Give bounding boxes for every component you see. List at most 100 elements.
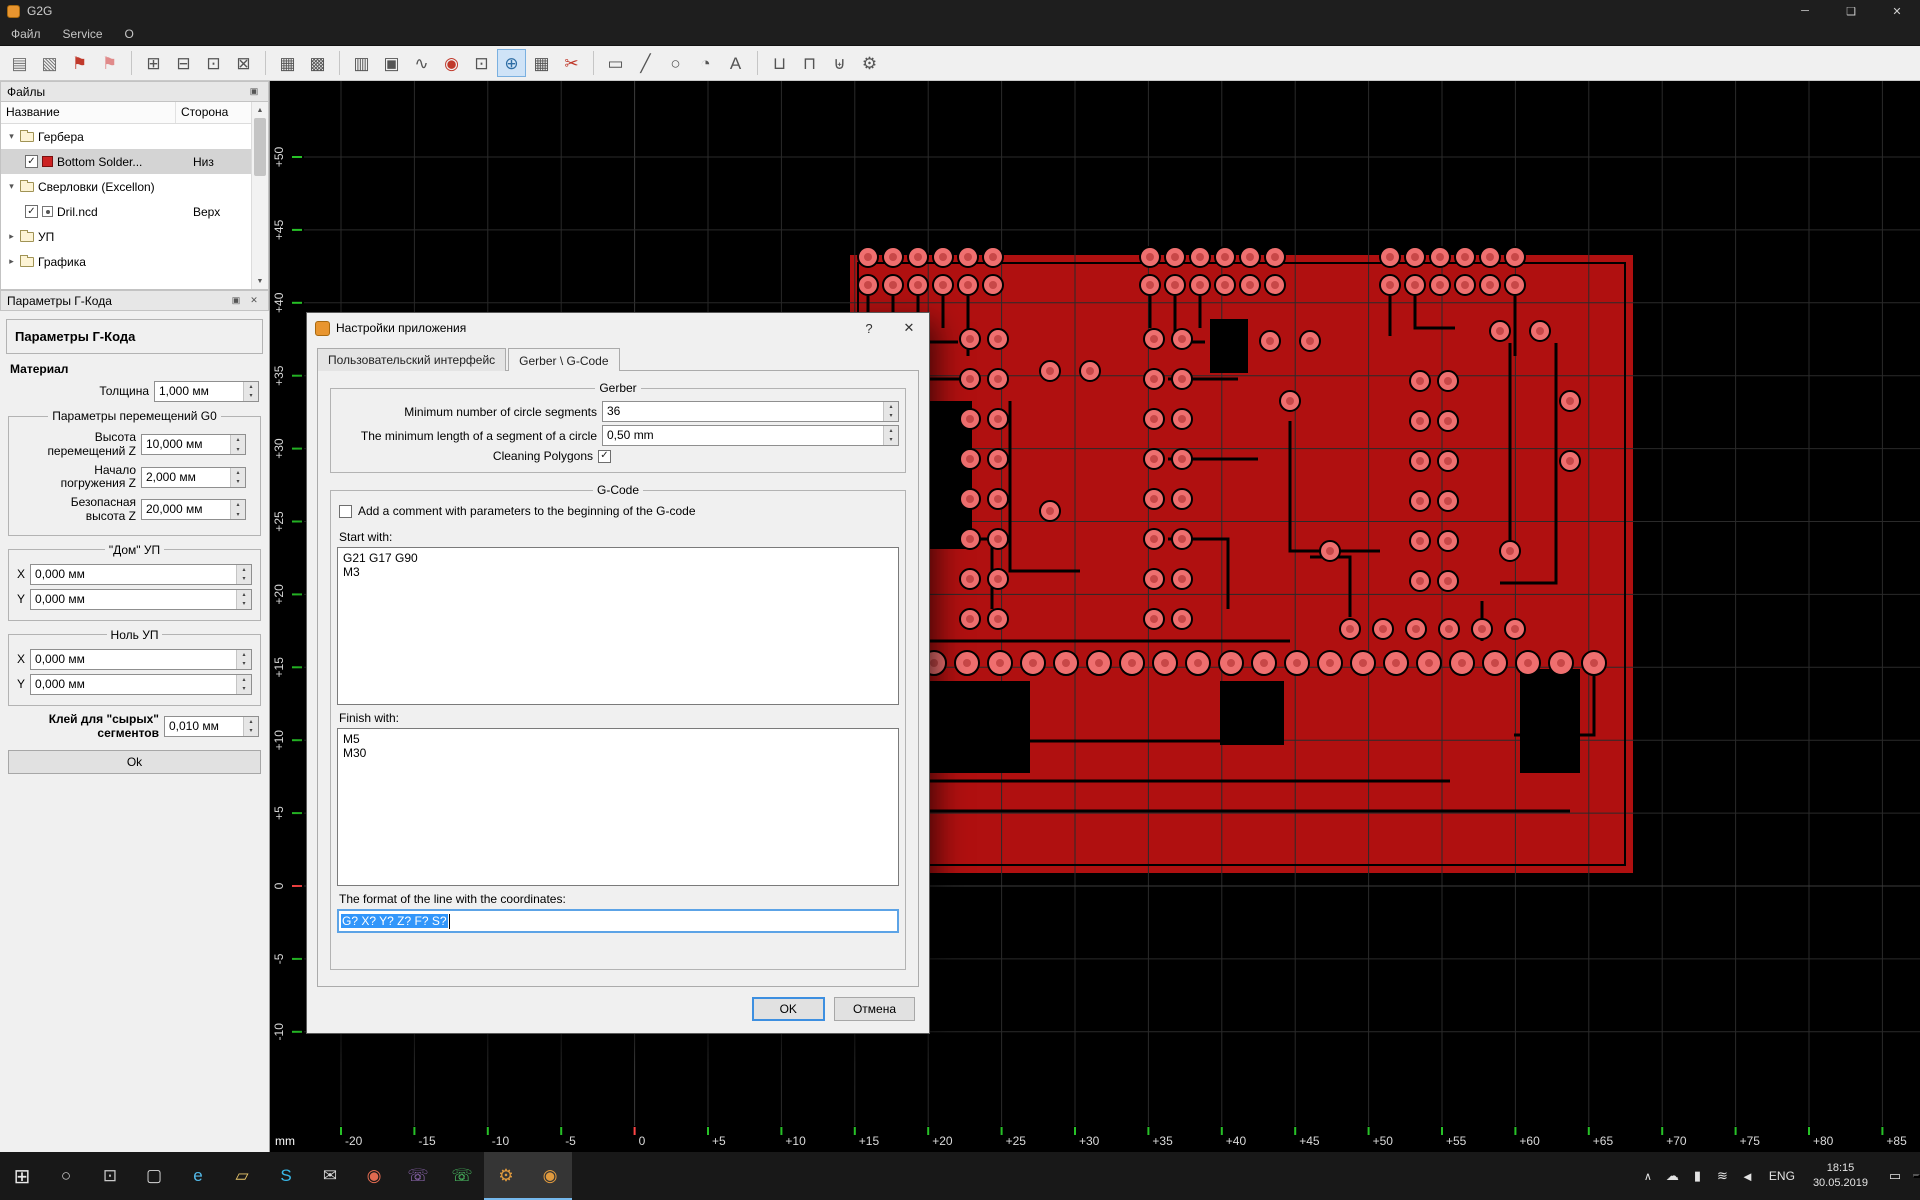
polyline-tool-icon[interactable]: ∿ (407, 49, 436, 77)
spin-value[interactable]: 0,000 мм (31, 565, 236, 584)
spin-up-icon[interactable]: ▴ (231, 468, 245, 478)
segment-length-spin[interactable]: 0,50 mm▴▾ (602, 425, 899, 446)
board-outline-icon[interactable]: ▥ (347, 49, 376, 77)
spin-down-icon[interactable]: ▾ (231, 510, 245, 520)
cloud-icon[interactable]: ☁ (1660, 1168, 1685, 1184)
layer-visible-checkbox[interactable]: ✓ (25, 205, 38, 218)
spin-down-icon[interactable]: ▾ (237, 599, 251, 609)
column-header-name[interactable]: Название (1, 102, 176, 123)
column-header-side[interactable]: Сторона (176, 102, 251, 123)
expander-icon[interactable]: ▸ (5, 231, 18, 242)
volume-icon[interactable]: ◄ (1735, 1169, 1760, 1184)
taskbar-clock[interactable]: 18:15 30.05.2019 (1804, 1161, 1877, 1191)
spin-down-icon[interactable]: ▾ (884, 412, 898, 422)
close-icon[interactable]: ✕ (1874, 0, 1920, 22)
tab-gerber-gcode[interactable]: Gerber \ G-Code (508, 348, 619, 371)
spin-value[interactable]: 36 (603, 402, 883, 421)
scrollbar-thumb[interactable] (254, 118, 266, 176)
cut-tool-icon[interactable]: ✂ (557, 49, 586, 77)
spin-up-icon[interactable]: ▴ (237, 565, 251, 575)
coord-format-input[interactable]: G? X? Y? Z? F? S? (337, 909, 899, 933)
minimize-icon[interactable]: ─ (1782, 0, 1828, 22)
union-tool-icon[interactable]: ⊔ (765, 49, 794, 77)
tree-row-up[interactable]: ▸ УП (1, 224, 268, 249)
scroll-up-icon[interactable]: ▲ (252, 102, 268, 118)
spin-up-icon[interactable]: ▴ (231, 435, 245, 445)
spin-value[interactable]: 0,000 мм (31, 675, 236, 694)
open-folder-icon[interactable]: ▧ (35, 49, 64, 77)
finish-gcode-textarea[interactable]: M5 M30 (337, 728, 899, 886)
spin-down-icon[interactable]: ▾ (244, 392, 258, 402)
g2g-settings-icon[interactable]: ◉ (528, 1152, 572, 1200)
spin-down-icon[interactable]: ▾ (237, 659, 251, 669)
viber-icon[interactable]: ☏ (396, 1152, 440, 1200)
new-file-icon[interactable]: ▤ (5, 49, 34, 77)
subtract-tool-icon[interactable]: ⊎ (825, 49, 854, 77)
import-gerber-icon[interactable]: ⚑ (65, 49, 94, 77)
spin-value[interactable]: 1,000 мм (155, 382, 243, 401)
crosshair-box-icon[interactable]: ⊡ (467, 49, 496, 77)
tree-row-dril-ncd[interactable]: ✓ Dril.ncd Верх (1, 199, 268, 224)
snap-grid-icon[interactable]: ▦ (273, 49, 302, 77)
scrollbar-track[interactable] (252, 118, 268, 273)
language-indicator[interactable]: ENG (1760, 1169, 1804, 1183)
spin-value[interactable]: 10,000 мм (142, 435, 230, 454)
dialog-titlebar[interactable]: Настройки приложения ? ✕ (307, 313, 929, 343)
network-icon[interactable]: ≋ (1710, 1168, 1735, 1184)
tree-row-gerbera[interactable]: ▾ Гербера (1, 124, 268, 149)
spin-down-icon[interactable]: ▾ (244, 727, 258, 737)
cleaning-polygons-checkbox[interactable]: ✓ (598, 450, 611, 463)
search-icon[interactable]: ○ (44, 1152, 88, 1200)
tab-user-interface[interactable]: Пользовательский интерфейс (317, 348, 506, 371)
spin-down-icon[interactable]: ▾ (237, 574, 251, 584)
layer-visible-checkbox[interactable]: ✓ (25, 155, 38, 168)
start-button[interactable]: ⊞ (0, 1152, 44, 1200)
dialog-close-icon[interactable]: ✕ (889, 313, 929, 343)
spin-down-icon[interactable]: ▾ (231, 477, 245, 487)
files-dock-icon[interactable]: ▣ (246, 84, 262, 100)
tray-chevron-icon[interactable]: ∧ (1636, 1170, 1660, 1183)
show-desktop-button[interactable] (1913, 1174, 1920, 1178)
menu-file[interactable]: Файл (0, 22, 52, 45)
ellipse-tool-icon[interactable]: ○ (661, 49, 690, 77)
spin-down-icon[interactable]: ▾ (884, 436, 898, 446)
spin-up-icon[interactable]: ▴ (244, 382, 258, 392)
record-circle-icon[interactable]: ◉ (437, 49, 466, 77)
zoom-selection-icon[interactable]: ⊡ (199, 49, 228, 77)
glue-spin[interactable]: 0,010 мм▴▾ (164, 716, 259, 737)
spin-value[interactable]: 0,50 mm (603, 426, 883, 445)
add-comment-checkbox[interactable]: ✓ (339, 505, 352, 518)
help-icon[interactable]: ? (849, 313, 889, 343)
spin-value[interactable]: 2,000 мм (142, 468, 230, 487)
tree-row-graphics[interactable]: ▸ Графика (1, 249, 268, 274)
maximize-icon[interactable]: ❑ (1828, 0, 1874, 22)
menu-service[interactable]: Service (52, 22, 114, 45)
skype-icon[interactable]: S (264, 1152, 308, 1200)
home-x-spin[interactable]: 0,000 мм▴▾ (30, 564, 252, 585)
spin-up-icon[interactable]: ▴ (231, 500, 245, 510)
pan-view-icon[interactable]: ⊠ (229, 49, 258, 77)
g2g-app-icon[interactable]: ⚙ (484, 1152, 528, 1200)
ok-button[interactable]: OK (752, 997, 825, 1021)
battery-icon[interactable]: ▮ (1685, 1168, 1710, 1184)
line-tool-icon[interactable]: ╱ (631, 49, 660, 77)
text-tool-icon[interactable]: A (721, 49, 750, 77)
rectangle-tool-icon[interactable]: ▭ (601, 49, 630, 77)
files-panel-header[interactable]: Файлы ▣ (0, 81, 269, 102)
menu-about[interactable]: О (114, 22, 145, 45)
travel-height-spin[interactable]: 10,000 мм▴▾ (141, 434, 246, 455)
spin-down-icon[interactable]: ▾ (237, 684, 251, 694)
intersect-tool-icon[interactable]: ⊓ (795, 49, 824, 77)
spin-value[interactable]: 20,000 мм (142, 500, 230, 519)
gcode-panel-header[interactable]: Параметры Г-Кода ▣ ✕ (0, 290, 269, 311)
settings-gear-icon[interactable]: ⚙ (855, 49, 884, 77)
panel-ok-button[interactable]: Ok (8, 750, 261, 774)
monitor-app-icon[interactable]: ▢ (132, 1152, 176, 1200)
start-gcode-textarea[interactable]: G21 G17 G90 M3 (337, 547, 899, 705)
home-y-spin[interactable]: 0,000 мм▴▾ (30, 589, 252, 610)
spin-up-icon[interactable]: ▴ (237, 650, 251, 660)
task-view-icon[interactable]: ⊡ (88, 1152, 132, 1200)
thickness-spin[interactable]: 1,000 мм▴▾ (154, 381, 259, 402)
files-scrollbar[interactable]: ▲ ▼ (251, 102, 268, 289)
expander-icon[interactable]: ▸ (5, 256, 18, 267)
